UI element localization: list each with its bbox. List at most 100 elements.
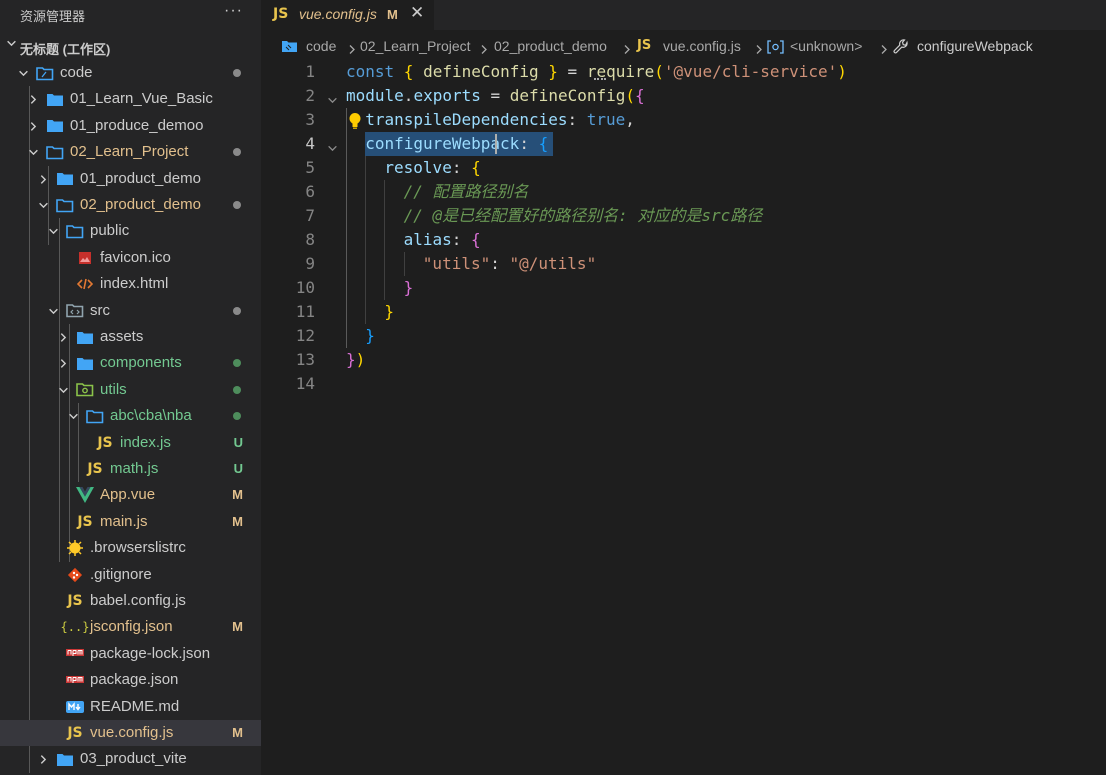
code-line[interactable]: } [384,300,394,324]
tree-item-vue-config-js[interactable]: JS vue.config.js M [0,720,261,746]
tree-item-assets[interactable]: assets [0,324,261,350]
editor-area: JS vue.config.js M ✕ code 02_Learn_Proje… [261,0,1106,775]
code-line[interactable]: } [404,276,414,300]
code-line[interactable]: }) [346,348,365,372]
chevron-down-icon[interactable] [25,139,41,165]
tab-vue-config[interactable]: JS vue.config.js M ✕ [261,0,434,30]
code-line[interactable]: module.exports = defineConfig({ [346,84,645,108]
breadcrumb-item-code[interactable]: code [306,38,336,54]
tree-item-public[interactable]: public [0,218,261,244]
folder-open-icon [85,407,105,425]
tree-item-label: App.vue [100,486,156,504]
code-token: // @是已经配置好的路径别名: 对应的是src路径 [403,206,763,225]
tree-item-index-js[interactable]: JS index.js U [0,430,261,456]
tree-item-label: 02_Learn_Project [70,143,189,161]
tree-item-label: utils [100,380,127,398]
chevron-down-icon[interactable] [45,298,61,324]
expand-arrow-icon[interactable] [327,139,338,158]
line-number: 5 [305,158,315,177]
chevron-right-icon[interactable] [55,350,71,376]
tree-item-app-vue[interactable]: App.vue M [0,482,261,508]
tree-item-label: 03_product_vite [80,750,187,768]
chevron-down-icon[interactable] [55,377,71,403]
breadcrumb-item-product-demo[interactable]: 02_product_demo [494,38,607,54]
git-status-badge: M [232,725,243,740]
tree-item-jsconfig-json[interactable]: {..} jsconfig.json M [0,614,261,640]
tree-item-code[interactable]: code [0,60,261,86]
code-token: = [557,62,587,81]
tree-item-01-produce-demoo[interactable]: 01_produce_demoo [0,113,261,139]
tree-item-src[interactable]: src [0,298,261,324]
chevron-right-icon[interactable] [25,113,41,139]
chevron-right-icon[interactable] [35,746,51,772]
git-status-dot [233,359,241,368]
chevron-right-icon[interactable] [25,86,41,112]
line-number: 10 [295,278,315,297]
code-line[interactable]: configureWebpack: { [365,132,548,156]
git-status-badge: U [233,461,243,476]
tree-item-main-js[interactable]: JS main.js M [0,509,261,535]
tree-item-label: 01_produce_demoo [70,116,204,134]
code-token: : [490,254,510,273]
tree-item-math-js[interactable]: JS math.js U [0,456,261,482]
indent-guide [365,156,367,324]
code-token: { [635,86,645,105]
chevron-down-icon[interactable] [45,218,61,244]
folder-icon [45,90,65,108]
chevron-down-icon[interactable] [6,38,17,52]
breadcrumb-item-file[interactable]: vue.config.js [663,38,741,54]
code-token: '@vue/cli-service' [663,62,838,81]
more-actions-icon[interactable]: ··· [224,2,243,20]
code-line[interactable]: // 配置路径别名 [404,180,529,204]
npm-icon [65,645,85,663]
close-icon[interactable]: ✕ [410,3,424,23]
chevron-right-icon[interactable] [35,166,51,192]
chevron-right-icon[interactable] [55,324,71,350]
tree-item-package-lock-json[interactable]: package-lock.json [0,641,261,667]
code-line[interactable]: alias: { [404,228,481,252]
tree-item-index-html[interactable]: index.html [0,271,261,297]
tree-item-02-learn-project[interactable]: 02_Learn_Project [0,139,261,165]
breadcrumb-item-configure-webpack[interactable]: configureWebpack [917,38,1033,54]
tree-item-readme-md[interactable]: README.md [0,694,261,720]
code-token: "utils" [422,254,491,273]
tab-bar: JS vue.config.js M ✕ [261,0,1106,30]
workspace-header[interactable]: 无标题 (工作区) [0,36,261,58]
breadcrumb-item-unknown[interactable]: <unknown> [790,38,862,54]
tree-item-babel-config-js[interactable]: JS babel.config.js [0,588,261,614]
code-token: defineConfig [509,86,626,105]
code-line[interactable]: resolve: { [384,156,480,180]
tree-item-02-product-demo[interactable]: 02_product_demo [0,192,261,218]
code-token: "@/utils" [509,254,597,273]
hint-dots-icon [594,78,606,82]
folder-icon [45,117,65,135]
git-status-dot [233,69,241,77]
line-number: 1 [305,62,315,81]
expand-arrow-icon[interactable] [327,91,338,110]
tree-item-01-learn-vue-basic[interactable]: 01_Learn_Vue_Basic [0,86,261,112]
breadcrumb-item-learn-project[interactable]: 02_Learn_Project [360,38,471,54]
javascript-file-icon: JS [637,38,652,53]
tree-item-abc-cba-nba[interactable]: abc\cba\nba [0,403,261,429]
tree-item-label: README.md [90,697,180,715]
code-line[interactable]: transpileDependencies: true, [365,108,635,132]
chevron-down-icon[interactable] [15,60,31,86]
code-line[interactable]: // @是已经配置好的路径别名: 对应的是src路径 [404,204,763,228]
tree-item-label: .browserslistrc [90,539,186,557]
folder-icon [75,354,95,372]
tree-item-package-json[interactable]: package.json [0,667,261,693]
tree-item-gitignore[interactable]: .gitignore [0,562,261,588]
tree-item-label: index.js [120,433,171,451]
code-line[interactable]: "utils": "@/utils" [423,252,596,276]
tree-item-favicon-ico[interactable]: favicon.ico [0,245,261,271]
tree-item-03-product-vite[interactable]: 03_product_vite [0,746,261,772]
code-line[interactable]: } [365,324,375,348]
tree-item-browserslistrc[interactable]: .browserslistrc [0,535,261,561]
tree-item-components[interactable]: components [0,350,261,376]
tree-item-01-product-demo[interactable]: 01_product_demo [0,166,261,192]
lightbulb-icon[interactable] [347,112,363,134]
chevron-down-icon[interactable] [35,192,51,218]
chevron-down-icon[interactable] [65,403,81,429]
tree-item-utils[interactable]: utils [0,377,261,403]
code-token: , [625,110,635,129]
